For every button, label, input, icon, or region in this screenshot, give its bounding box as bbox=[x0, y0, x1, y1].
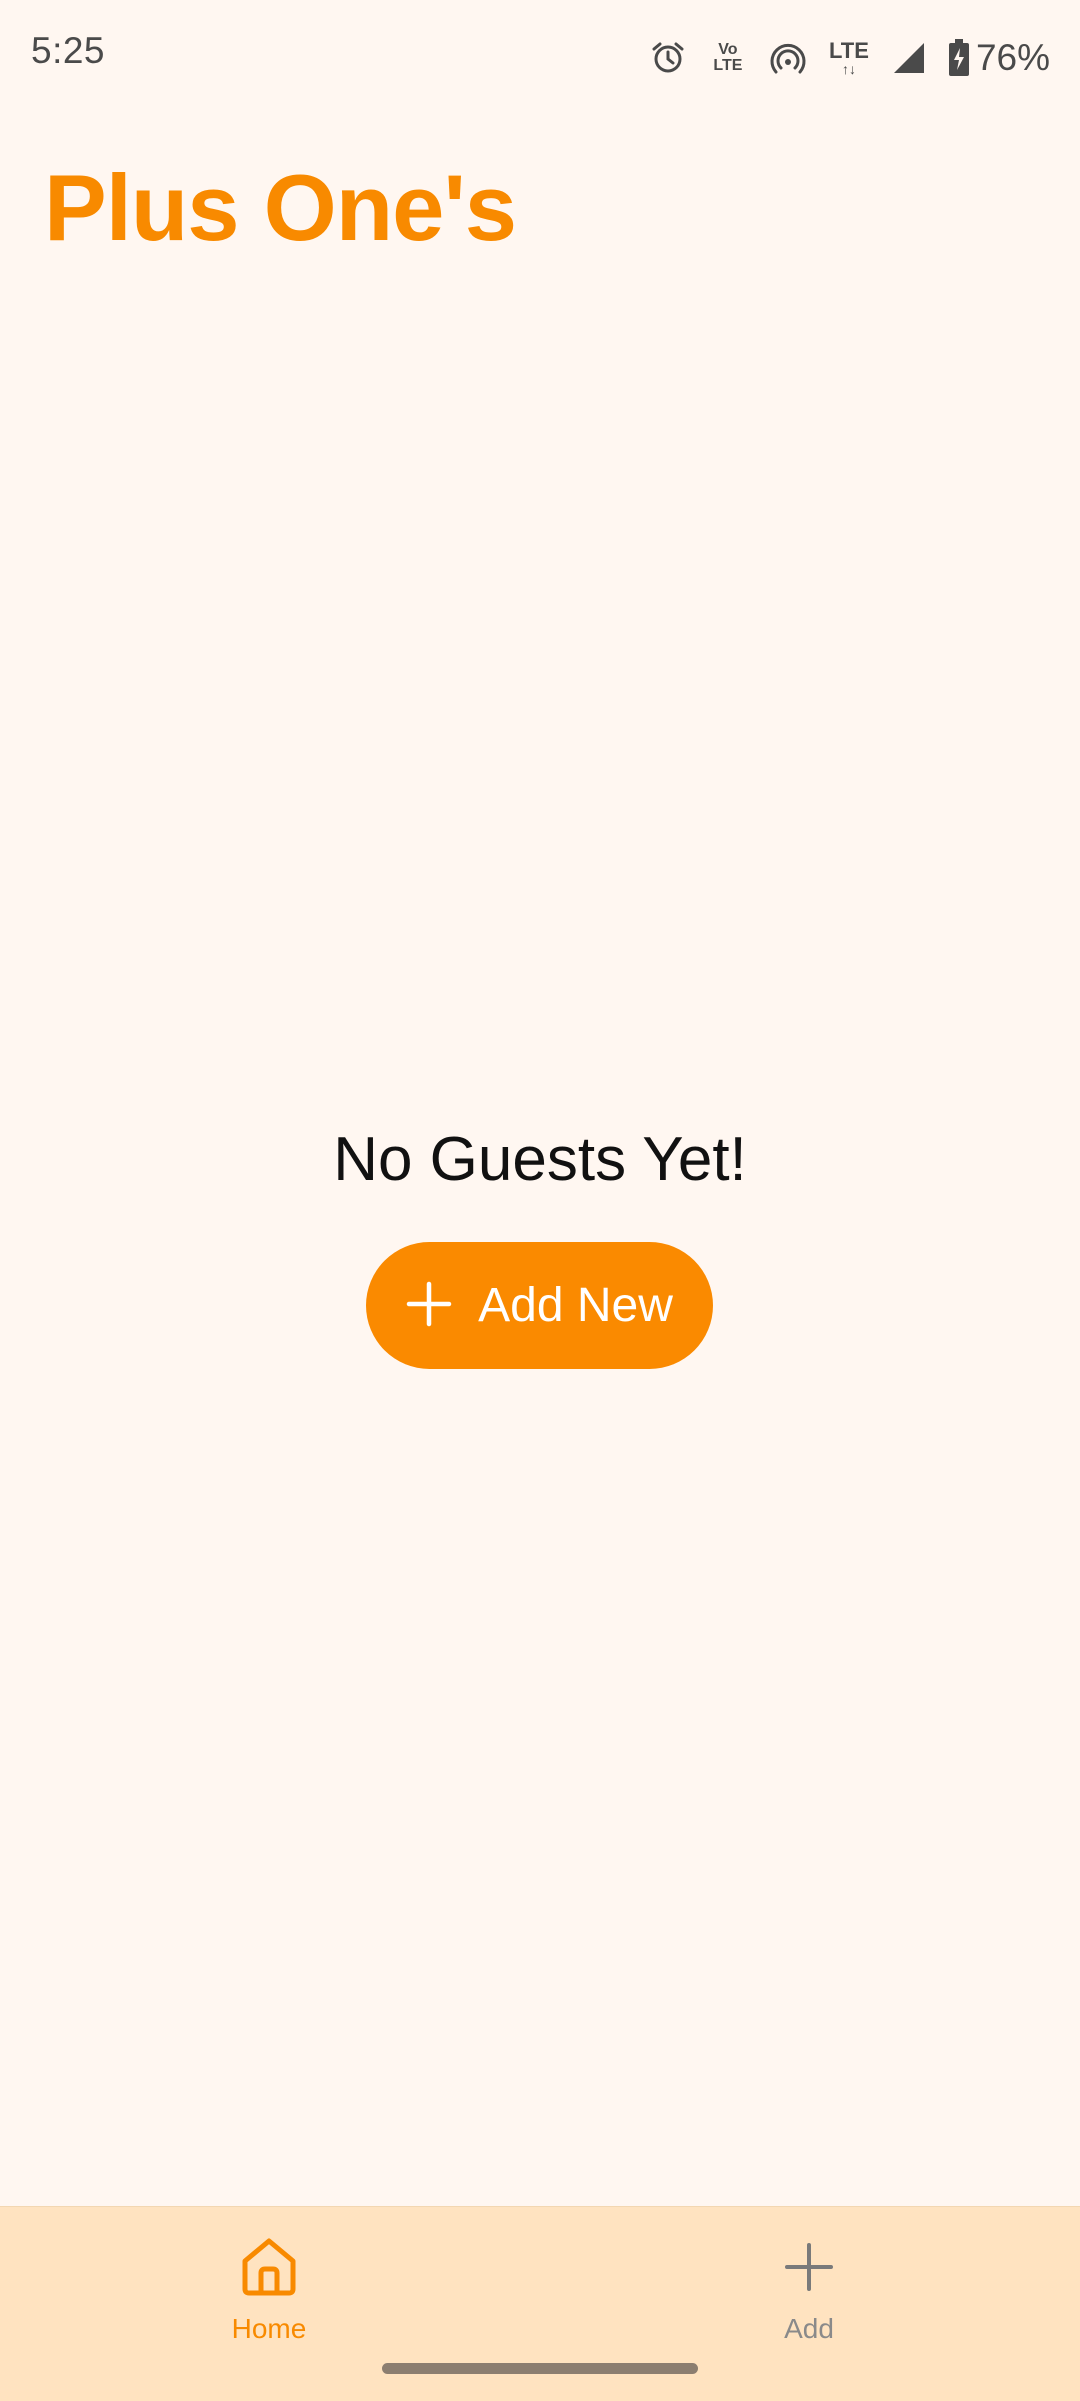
volte-top-label: Vo bbox=[718, 41, 738, 58]
app-title: Plus One's bbox=[44, 155, 517, 260]
add-new-label: Add New bbox=[478, 1279, 673, 1332]
alarm-icon bbox=[650, 40, 686, 76]
battery-charging-icon bbox=[948, 39, 970, 77]
empty-state-message: No Guests Yet! bbox=[333, 1125, 747, 1194]
volte-bottom-label: LTE bbox=[713, 57, 743, 74]
plus-icon bbox=[406, 1281, 452, 1330]
battery-indicator: 76% bbox=[948, 37, 1050, 79]
nav-item-home[interactable]: Home bbox=[179, 2235, 359, 2355]
nav-label-add: Add bbox=[784, 2313, 834, 2344]
status-time: 5:25 bbox=[31, 30, 106, 71]
signal-icon bbox=[892, 41, 926, 75]
status-icons: Vo LTE LTE ↑↓ 76% bbox=[650, 30, 1050, 86]
empty-state: No Guests Yet! Add New bbox=[0, 1120, 1080, 1369]
lte-icon: LTE ↑↓ bbox=[828, 38, 870, 77]
battery-percentage: 76% bbox=[975, 37, 1050, 78]
status-bar: 5:25 Vo LTE LTE ↑↓ 76% bbox=[0, 0, 1080, 110]
lte-label: LTE bbox=[828, 38, 869, 63]
home-icon bbox=[239, 2235, 299, 2302]
plus-icon bbox=[779, 2235, 839, 2302]
gesture-navigation-bar[interactable] bbox=[382, 2363, 698, 2374]
nav-label-home: Home bbox=[231, 2313, 307, 2344]
nav-item-add[interactable]: Add bbox=[719, 2235, 899, 2355]
hotspot-icon bbox=[770, 40, 806, 76]
add-new-button[interactable]: Add New bbox=[366, 1242, 713, 1369]
volte-icon: Vo LTE bbox=[708, 42, 748, 74]
data-arrows-icon: ↑↓ bbox=[841, 61, 856, 77]
